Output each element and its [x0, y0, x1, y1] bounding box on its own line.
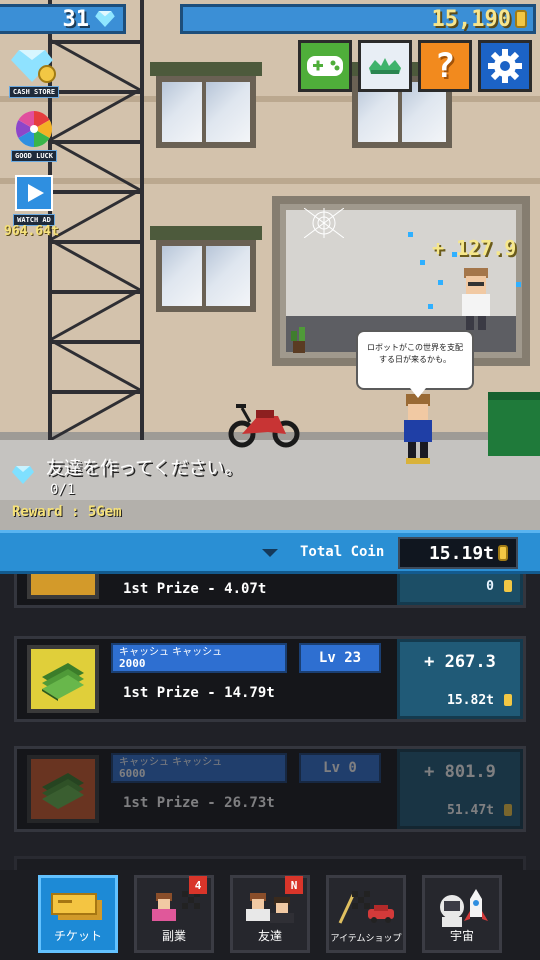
diamond-icon [11, 50, 56, 83]
sparkle [408, 232, 413, 237]
total-coin-bar: Total Coin 15.19t [0, 530, 540, 574]
collect-box[interactable]: 0 [397, 574, 523, 605]
list-item[interactable]: キャッシュ キャッシュ 6000 Lv 0 1st Prize - 26.73t… [14, 746, 526, 832]
quest-reward: Reward : 5Gem [12, 504, 122, 520]
upgrade-cost: 51.47t [447, 803, 494, 818]
dumpster [488, 392, 540, 456]
prize-text: 1st Prize - 26.73t [123, 795, 275, 811]
tab-friends[interactable]: 友達 N [230, 875, 310, 953]
help-button[interactable]: ? [418, 40, 472, 92]
ticket-thumbnail [27, 574, 99, 599]
ticket-price: 6000 [119, 767, 146, 780]
window [150, 226, 262, 312]
game-controller-button[interactable] [298, 40, 352, 92]
list-item[interactable]: 1st Prize - 4.07t 0 [14, 574, 526, 608]
coin-count: 15,190 [431, 6, 511, 32]
video-play-icon [15, 175, 53, 211]
coin-counter: 15,190 [180, 4, 536, 34]
floating-income: + 127.9 [432, 236, 517, 260]
tab-side-job[interactable]: 副業 4 [134, 875, 214, 953]
gem-icon [12, 466, 34, 484]
total-coin-value: 15.19t [428, 542, 494, 564]
good-luck-button[interactable]: GOOD LUCK [8, 108, 60, 162]
item-shop-icon [338, 891, 394, 924]
tab-ticket-label: チケット [53, 929, 102, 943]
coin-icon [504, 580, 512, 592]
worker-character [462, 268, 490, 330]
watch-ad-button[interactable]: WATCH AD [8, 172, 60, 226]
tab-item-shop[interactable]: アイテムショップ [326, 875, 406, 953]
coin-icon [504, 694, 512, 706]
roulette-wheel-icon [15, 111, 53, 147]
ticket-name-bar: キャッシュ キャッシュ 2000 [111, 643, 287, 673]
ticket-list[interactable]: 1st Prize - 4.07t 0 キャッシュ キャッシュ 2000 Lv … [0, 574, 540, 870]
gem-count: 31 [62, 6, 90, 32]
tab-space-label: 宇宙 [449, 929, 474, 943]
friends-icon [246, 893, 294, 923]
gear-icon [488, 49, 522, 83]
collect-box[interactable]: + 801.9 51.47t [397, 749, 523, 829]
tab-ticket[interactable]: チケット [38, 875, 118, 953]
sparkle [516, 282, 521, 287]
notification-badge: N [285, 876, 303, 894]
ticket-thumbnail [27, 755, 99, 823]
ticket-icon [51, 893, 102, 920]
total-coin-label: Total Coin [300, 544, 385, 560]
quest-title: 友達を作ってください。 [46, 458, 243, 479]
collect-sub-value: 0 [486, 579, 494, 594]
upgrade-cost: 15.82t [447, 693, 494, 708]
invader-icon [369, 58, 401, 74]
coin-icon [504, 804, 512, 816]
ad-reward-value: 964.64t [4, 224, 59, 239]
ticket-thumbnail [27, 645, 99, 713]
bottom-nav: チケット 副業 4 友達 N アイテムショップ 宇宙 [0, 870, 540, 960]
good-luck-label: GOOD LUCK [11, 150, 57, 162]
level-badge: Lv 0 [299, 753, 381, 783]
side-job-icon [152, 891, 200, 921]
total-coin-box: 15.19t [398, 537, 518, 569]
cobweb-icon [304, 208, 344, 238]
gem-counter: 31 [0, 4, 126, 34]
ticket-price: 2000 [119, 657, 146, 670]
speech-bubble: ロボットがこの世界を支配する日が来るかも。 [356, 330, 474, 398]
prize-text: 1st Prize - 4.07t [123, 581, 267, 597]
coin-icon [498, 545, 508, 561]
collect-box[interactable]: + 267.3 15.82t [397, 639, 523, 719]
cash-store-label: CASH STORE [8, 86, 60, 98]
list-item[interactable] [14, 856, 526, 870]
gem-icon [95, 11, 115, 27]
quest-progress: 0/1 [50, 482, 76, 498]
income-value: + 801.9 [424, 762, 496, 782]
cash-stack-icon [42, 773, 84, 809]
player-character[interactable] [398, 394, 438, 466]
ticket-icon [43, 574, 83, 580]
settings-button[interactable] [478, 40, 532, 92]
window [150, 62, 262, 148]
tab-friends-label: 友達 [257, 929, 282, 943]
cash-stack-icon [42, 663, 84, 701]
sparkle [428, 304, 433, 309]
coin-icon [515, 10, 527, 28]
prize-text: 1st Prize - 14.79t [123, 685, 275, 701]
tab-side-job-label: 副業 [161, 929, 186, 943]
gamepad-icon [307, 56, 343, 76]
notification-badge: 4 [189, 876, 207, 894]
income-value: + 267.3 [424, 652, 496, 672]
tab-space[interactable]: 宇宙 [422, 875, 502, 953]
motorbike-icon [228, 404, 300, 448]
sparkle [438, 280, 443, 285]
cash-store-button[interactable]: CASH STORE [8, 44, 60, 98]
tab-item-shop-label: アイテムショップ [330, 934, 402, 944]
level-badge: Lv 23 [299, 643, 381, 673]
space-invader-button[interactable] [358, 40, 412, 92]
plant-icon [291, 327, 305, 353]
ticket-name-bar: キャッシュ キャッシュ 6000 [111, 753, 287, 783]
question-icon: ? [434, 46, 456, 86]
list-item[interactable]: キャッシュ キャッシュ 2000 Lv 23 1st Prize - 14.79… [14, 636, 526, 722]
sparkle [420, 260, 425, 265]
collapse-arrow-icon[interactable] [262, 549, 278, 557]
rocket-astronaut-icon [440, 889, 488, 927]
